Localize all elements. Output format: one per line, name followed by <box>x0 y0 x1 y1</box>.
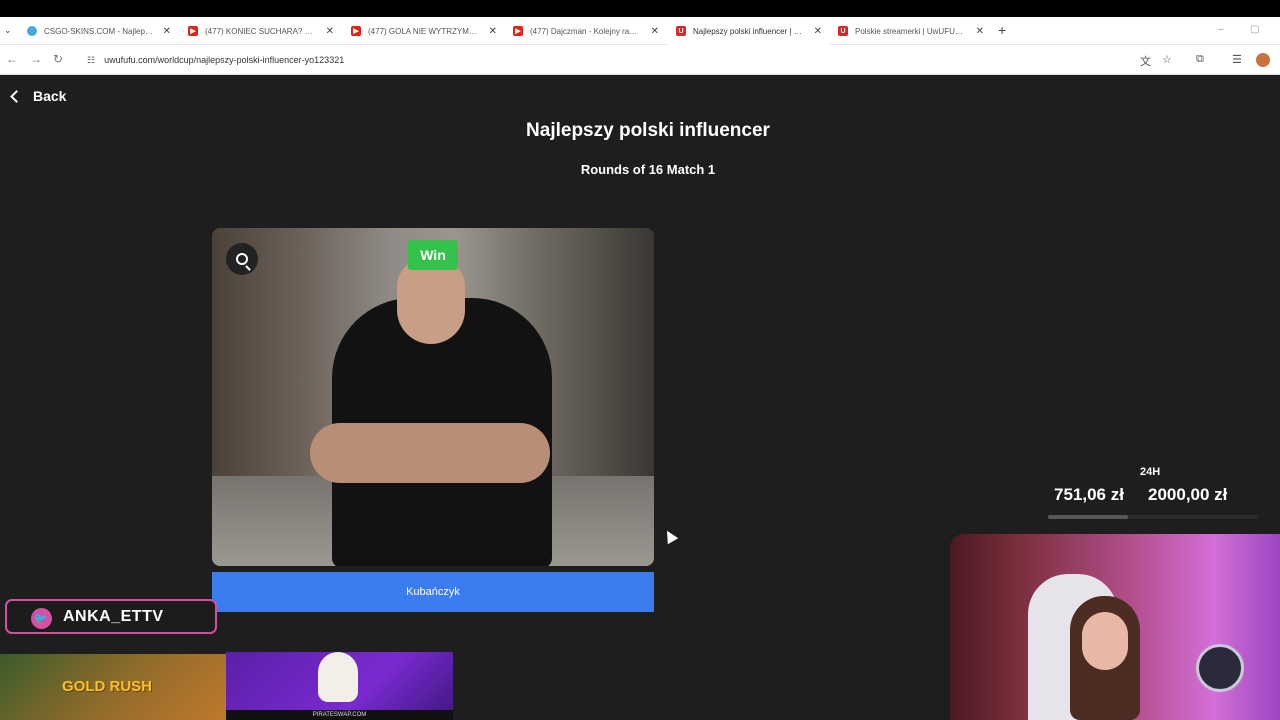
uwufufu-icon: U <box>838 26 848 36</box>
streamer-face <box>1082 612 1128 670</box>
tab-close-icon[interactable]: ✕ <box>814 26 822 37</box>
tab-youtube-2[interactable]: ▶ (477) GOLA NIE WYTRZYMAŁ ✕ <box>343 17 505 45</box>
twitch-handle-badge: 🐦 ANKA_ETTV <box>5 599 217 634</box>
mouse-cursor-icon <box>661 527 679 545</box>
goal-progress-fill <box>1048 515 1128 519</box>
tab-polskie-streamerki[interactable]: U Polskie streamerki | UwUFUFU ✕ <box>830 17 992 45</box>
tab-close-icon[interactable]: ✕ <box>651 26 659 37</box>
tab-youtube-1[interactable]: ▶ (477) KONIEC SUCHARA? RAN ✕ <box>180 17 342 45</box>
candidate-select-button[interactable]: Kubańczyk <box>212 572 654 612</box>
url-text: uwufufu.com/worldcup/najlepszy-polski-in… <box>104 55 345 65</box>
reload-icon[interactable]: ↻ <box>53 52 63 66</box>
rooster-mascot <box>318 652 358 702</box>
image-figure-head <box>397 258 465 344</box>
youtube-icon: ▶ <box>188 26 198 36</box>
image-figure-arms <box>310 423 550 483</box>
goal-current: 751,06 zł <box>1054 485 1124 504</box>
goal-progress-bar <box>1048 515 1258 519</box>
twitter-bird-icon: 🐦 <box>31 608 52 629</box>
candidate-image[interactable]: Win <box>212 228 654 566</box>
maximize-icon[interactable]: ▢ <box>1250 24 1259 35</box>
ad-footer-text: PIRATESWAP.COM <box>226 710 453 720</box>
tab-search-icon[interactable]: ⌄ <box>4 25 12 36</box>
twitch-handle-text: ANKA_ETTV <box>63 607 164 625</box>
tab-title: Najlepszy polski influencer | Uw <box>693 26 803 36</box>
tab-title: Polskie streamerki | UwUFUFU <box>855 26 965 36</box>
profile-avatar[interactable] <box>1256 53 1270 67</box>
forward-arrow-icon[interactable]: → <box>30 52 42 66</box>
tab-youtube-3[interactable]: ▶ (477) Dajczman - Kolejny raz (O ✕ <box>505 17 667 45</box>
page-title: Najlepszy polski influencer <box>526 120 770 141</box>
round-subtitle: Rounds of 16 Match 1 <box>580 162 716 177</box>
youtube-icon: ▶ <box>351 26 361 36</box>
tab-title: (477) GOLA NIE WYTRZYMAŁ <box>368 26 478 36</box>
webcam-overlay <box>950 534 1280 720</box>
chevron-left-icon <box>10 89 23 103</box>
goal-target: 2000,00 zł <box>1148 485 1228 504</box>
new-tab-plus-icon[interactable]: + <box>998 22 1006 38</box>
minimize-icon[interactable]: – <box>1218 24 1224 35</box>
extensions-icon[interactable]: ⧉ <box>1196 53 1204 66</box>
tab-bar: ⌄ CSGO-SKINS.COM - Najlepsze ✕ ▶ (477) K… <box>0 17 1280 45</box>
translate-icon[interactable]: 文 <box>1140 53 1151 69</box>
ad-title: GOLD RUSH <box>62 678 152 695</box>
tab-close-icon[interactable]: ✕ <box>489 26 497 37</box>
tab-title: (477) Dajczman - Kolejny raz (O <box>530 26 640 36</box>
tab-csgo-skins[interactable]: CSGO-SKINS.COM - Najlepsze ✕ <box>19 17 179 45</box>
uwufufu-icon: U <box>676 26 686 36</box>
tab-close-icon[interactable]: ✕ <box>976 26 984 37</box>
back-label: Back <box>33 88 67 104</box>
tab-close-icon[interactable]: ✕ <box>326 26 334 37</box>
site-info-icon[interactable]: ☷ <box>87 55 95 66</box>
gold-rush-ad[interactable]: GOLD RUSH <box>0 654 226 720</box>
tab-title: (477) KONIEC SUCHARA? RAN <box>205 26 315 36</box>
tab-active-uwufufu[interactable]: U Najlepszy polski influencer | Uw ✕ <box>668 17 830 45</box>
tab-title: CSGO-SKINS.COM - Najlepsze <box>44 26 154 36</box>
microphone <box>1196 644 1244 692</box>
reading-list-icon[interactable]: ☰ <box>1232 53 1242 66</box>
url-field[interactable]: ☷ uwufufu.com/worldcup/najlepszy-polski-… <box>78 49 1128 71</box>
back-link[interactable]: Back <box>8 88 66 104</box>
magnifier-plus-icon <box>236 253 248 265</box>
goal-period: 24H <box>1140 466 1161 478</box>
page-content: Back Najlepszy polski influencer Rounds … <box>0 76 1280 720</box>
bookmark-star-icon[interactable]: ☆ <box>1162 53 1172 66</box>
address-bar: ← → ↻ ☷ uwufufu.com/worldcup/najlepszy-p… <box>0 45 1280 75</box>
csgo-favicon-icon <box>27 26 37 36</box>
win-badge: Win <box>408 240 458 270</box>
zoom-button[interactable] <box>226 243 258 275</box>
pirateswap-ad[interactable]: PIRATESWAP.COM <box>226 652 453 720</box>
tab-close-icon[interactable]: ✕ <box>163 26 171 37</box>
system-top-strip <box>0 0 1280 17</box>
back-arrow-icon[interactable]: ← <box>6 52 18 66</box>
youtube-icon: ▶ <box>513 26 523 36</box>
